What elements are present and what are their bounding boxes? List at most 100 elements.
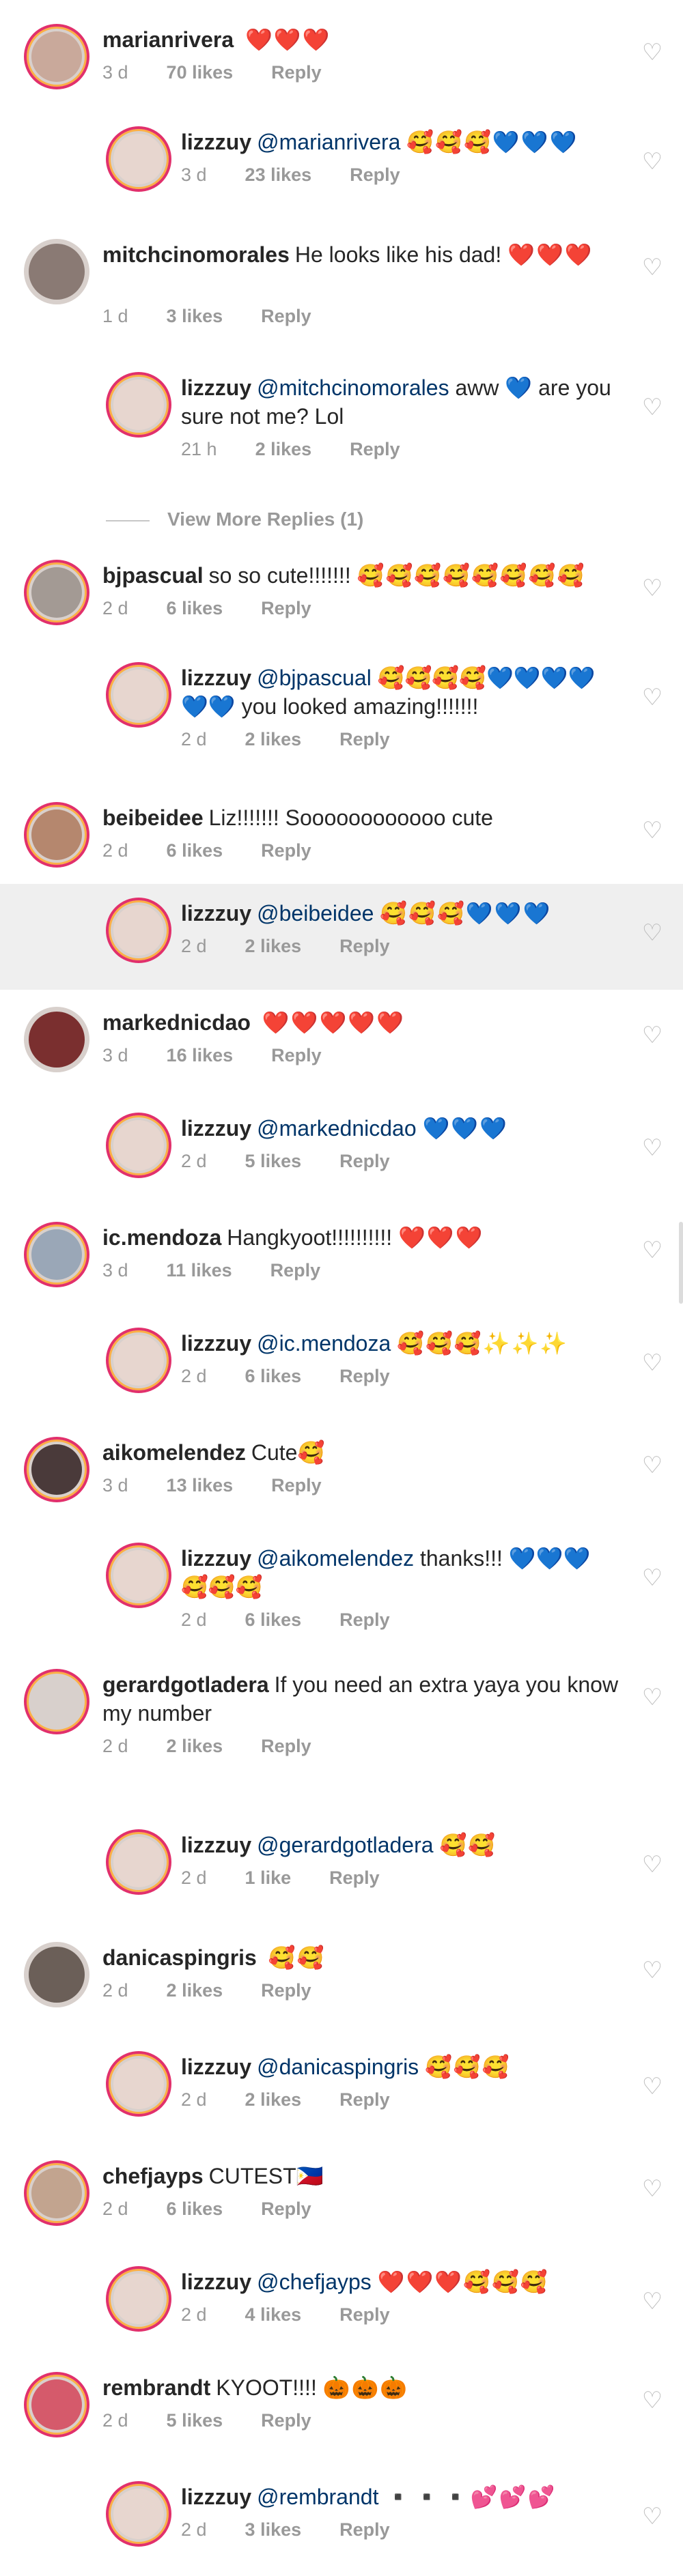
heart-outline-icon[interactable]: ♡ bbox=[641, 686, 664, 709]
likes-count[interactable]: 6 likes bbox=[167, 840, 223, 861]
reply-button[interactable]: Reply bbox=[270, 1260, 321, 1281]
likes-count[interactable]: 5 likes bbox=[245, 1151, 302, 1172]
username-link[interactable]: gerardgotladera bbox=[102, 1672, 269, 1697]
username-link[interactable]: lizzzuy bbox=[181, 2485, 251, 2509]
heart-outline-icon[interactable]: ♡ bbox=[641, 819, 664, 842]
reply-button[interactable]: Reply bbox=[339, 2304, 390, 2325]
heart-outline-icon[interactable]: ♡ bbox=[641, 1454, 664, 1477]
avatar[interactable] bbox=[106, 1829, 171, 1895]
username-link[interactable]: mitchcinomorales bbox=[102, 242, 290, 267]
reply-button[interactable]: Reply bbox=[350, 164, 400, 186]
username-link[interactable]: lizzzuy bbox=[181, 1331, 251, 1356]
likes-count[interactable]: 2 likes bbox=[245, 2089, 302, 2110]
avatar[interactable] bbox=[24, 1942, 89, 2007]
avatar[interactable] bbox=[106, 2481, 171, 2547]
reply-button[interactable]: Reply bbox=[261, 598, 311, 619]
heart-outline-icon[interactable]: ♡ bbox=[641, 150, 664, 173]
likes-count[interactable]: 2 likes bbox=[255, 439, 312, 460]
likes-count[interactable]: 3 likes bbox=[245, 2519, 302, 2541]
reply-button[interactable]: Reply bbox=[261, 2410, 311, 2431]
avatar[interactable] bbox=[24, 1669, 89, 1734]
mention-link[interactable]: @marianrivera bbox=[257, 130, 400, 154]
username-link[interactable]: ic.mendoza bbox=[102, 1225, 221, 1250]
username-link[interactable]: lizzzuy bbox=[181, 1833, 251, 1857]
username-link[interactable]: bjpascual bbox=[102, 563, 204, 588]
avatar[interactable] bbox=[24, 24, 89, 89]
mention-link[interactable]: @markednicdao bbox=[257, 1116, 416, 1141]
mention-link[interactable]: @bjpascual bbox=[257, 666, 372, 690]
likes-count[interactable]: 5 likes bbox=[167, 2410, 223, 2431]
username-link[interactable]: lizzzuy bbox=[181, 1546, 251, 1571]
likes-count[interactable]: 1 like bbox=[245, 1867, 292, 1889]
heart-outline-icon[interactable]: ♡ bbox=[641, 1239, 664, 1262]
heart-outline-icon[interactable]: ♡ bbox=[641, 256, 664, 279]
heart-outline-icon[interactable]: ♡ bbox=[641, 577, 664, 600]
mention-link[interactable]: @mitchcinomorales bbox=[257, 375, 449, 400]
avatar[interactable] bbox=[106, 2051, 171, 2117]
avatar[interactable] bbox=[24, 802, 89, 868]
reply-button[interactable]: Reply bbox=[271, 62, 322, 83]
reply-button[interactable]: Reply bbox=[339, 2089, 390, 2110]
avatar[interactable] bbox=[24, 1437, 89, 1502]
mention-link[interactable]: @rembrandt bbox=[257, 2485, 378, 2509]
avatar[interactable] bbox=[24, 1007, 89, 1072]
reply-button[interactable]: Reply bbox=[261, 1736, 311, 1757]
heart-outline-icon[interactable]: ♡ bbox=[641, 1853, 664, 1876]
heart-outline-icon[interactable]: ♡ bbox=[641, 396, 664, 419]
likes-count[interactable]: 6 likes bbox=[245, 1609, 302, 1631]
username-link[interactable]: marianrivera bbox=[102, 27, 234, 52]
avatar[interactable] bbox=[106, 1113, 171, 1178]
mention-link[interactable]: @beibeidee bbox=[257, 901, 374, 926]
username-link[interactable]: aikomelendez bbox=[102, 1440, 246, 1465]
mention-link[interactable]: @chefjayps bbox=[257, 2270, 372, 2294]
avatar[interactable] bbox=[106, 372, 171, 438]
username-link[interactable]: rembrandt bbox=[102, 2375, 210, 2400]
likes-count[interactable]: 6 likes bbox=[245, 1366, 302, 1387]
likes-count[interactable]: 70 likes bbox=[167, 62, 234, 83]
mention-link[interactable]: @danicaspingris bbox=[257, 2055, 419, 2079]
username-link[interactable]: lizzzuy bbox=[181, 375, 251, 400]
reply-button[interactable]: Reply bbox=[339, 2519, 390, 2541]
avatar[interactable] bbox=[24, 2160, 89, 2226]
likes-count[interactable]: 2 likes bbox=[167, 1980, 223, 2001]
username-link[interactable]: lizzzuy bbox=[181, 901, 251, 926]
reply-button[interactable]: Reply bbox=[261, 1980, 311, 2001]
username-link[interactable]: markednicdao bbox=[102, 1010, 251, 1035]
heart-outline-icon[interactable]: ♡ bbox=[641, 1959, 664, 1982]
avatar[interactable] bbox=[24, 2372, 89, 2437]
avatar[interactable] bbox=[24, 239, 89, 304]
avatar[interactable] bbox=[106, 2266, 171, 2332]
reply-button[interactable]: Reply bbox=[329, 1867, 380, 1889]
likes-count[interactable]: 2 likes bbox=[245, 729, 302, 750]
heart-outline-icon[interactable]: ♡ bbox=[641, 921, 664, 945]
heart-outline-icon[interactable]: ♡ bbox=[641, 1136, 664, 1160]
likes-count[interactable]: 11 likes bbox=[167, 1260, 232, 1281]
heart-outline-icon[interactable]: ♡ bbox=[641, 2177, 664, 2201]
likes-count[interactable]: 23 likes bbox=[245, 164, 312, 186]
reply-button[interactable]: Reply bbox=[261, 2199, 311, 2220]
reply-button[interactable]: Reply bbox=[350, 439, 400, 460]
mention-link[interactable]: @aikomelendez bbox=[257, 1546, 414, 1571]
heart-outline-icon[interactable]: ♡ bbox=[641, 2075, 664, 2098]
view-more-replies[interactable]: View More Replies (1) bbox=[106, 509, 363, 530]
likes-count[interactable]: 6 likes bbox=[167, 598, 223, 619]
heart-outline-icon[interactable]: ♡ bbox=[641, 2290, 664, 2313]
mention-link[interactable]: @ic.mendoza bbox=[257, 1331, 391, 1356]
username-link[interactable]: lizzzuy bbox=[181, 130, 251, 154]
likes-count[interactable]: 3 likes bbox=[167, 306, 223, 327]
username-link[interactable]: danicaspingris bbox=[102, 1945, 257, 1970]
likes-count[interactable]: 13 likes bbox=[167, 1475, 234, 1496]
username-link[interactable]: lizzzuy bbox=[181, 2270, 251, 2294]
avatar[interactable] bbox=[106, 126, 171, 192]
username-link[interactable]: lizzzuy bbox=[181, 2055, 251, 2079]
reply-button[interactable]: Reply bbox=[339, 1609, 390, 1631]
heart-outline-icon[interactable]: ♡ bbox=[641, 41, 664, 64]
heart-outline-icon[interactable]: ♡ bbox=[641, 1351, 664, 1375]
reply-button[interactable]: Reply bbox=[339, 936, 390, 957]
avatar[interactable] bbox=[106, 662, 171, 728]
likes-count[interactable]: 6 likes bbox=[167, 2199, 223, 2220]
heart-outline-icon[interactable]: ♡ bbox=[641, 2389, 664, 2412]
heart-outline-icon[interactable]: ♡ bbox=[641, 1024, 664, 1047]
avatar[interactable] bbox=[106, 898, 171, 963]
username-link[interactable]: beibeidee bbox=[102, 805, 204, 830]
